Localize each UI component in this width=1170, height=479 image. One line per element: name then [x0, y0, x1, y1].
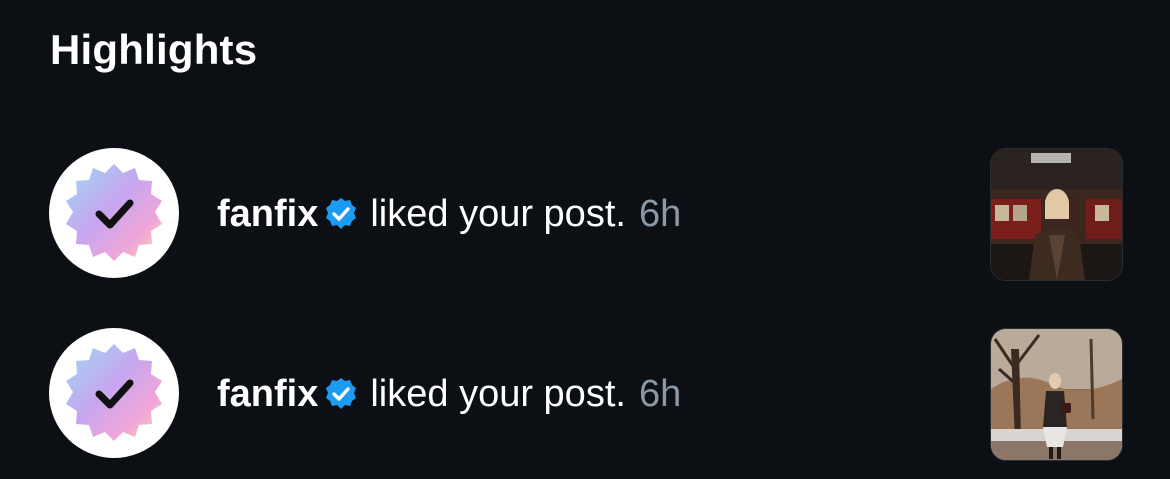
- timestamp: 6h: [638, 373, 682, 415]
- notification-text: fanfix liked your post. 6h: [217, 372, 681, 416]
- avatar[interactable]: [49, 328, 179, 458]
- username[interactable]: fanfix: [217, 192, 318, 236]
- post-thumbnail[interactable]: [990, 148, 1123, 281]
- username[interactable]: fanfix: [217, 372, 318, 416]
- section-title: Highlights: [50, 26, 258, 73]
- verified-badge-icon: [323, 196, 359, 232]
- post-thumbnail[interactable]: [990, 328, 1123, 461]
- action-text: liked your post.: [370, 193, 626, 235]
- park-photo: [991, 329, 1122, 460]
- badge-avatar-icon: [66, 164, 162, 261]
- avatar[interactable]: [49, 148, 179, 278]
- timestamp: 6h: [638, 193, 682, 235]
- subway-photo: [991, 149, 1122, 280]
- action-text: liked your post.: [370, 373, 626, 415]
- notification-text: fanfix liked your post. 6h: [217, 192, 681, 236]
- notification-row[interactable]: fanfix liked your post. 6h: [0, 328, 1170, 461]
- notification-row[interactable]: fanfix liked your post. 6h: [0, 148, 1170, 281]
- verified-badge-icon: [323, 376, 359, 412]
- badge-avatar-icon: [66, 344, 162, 441]
